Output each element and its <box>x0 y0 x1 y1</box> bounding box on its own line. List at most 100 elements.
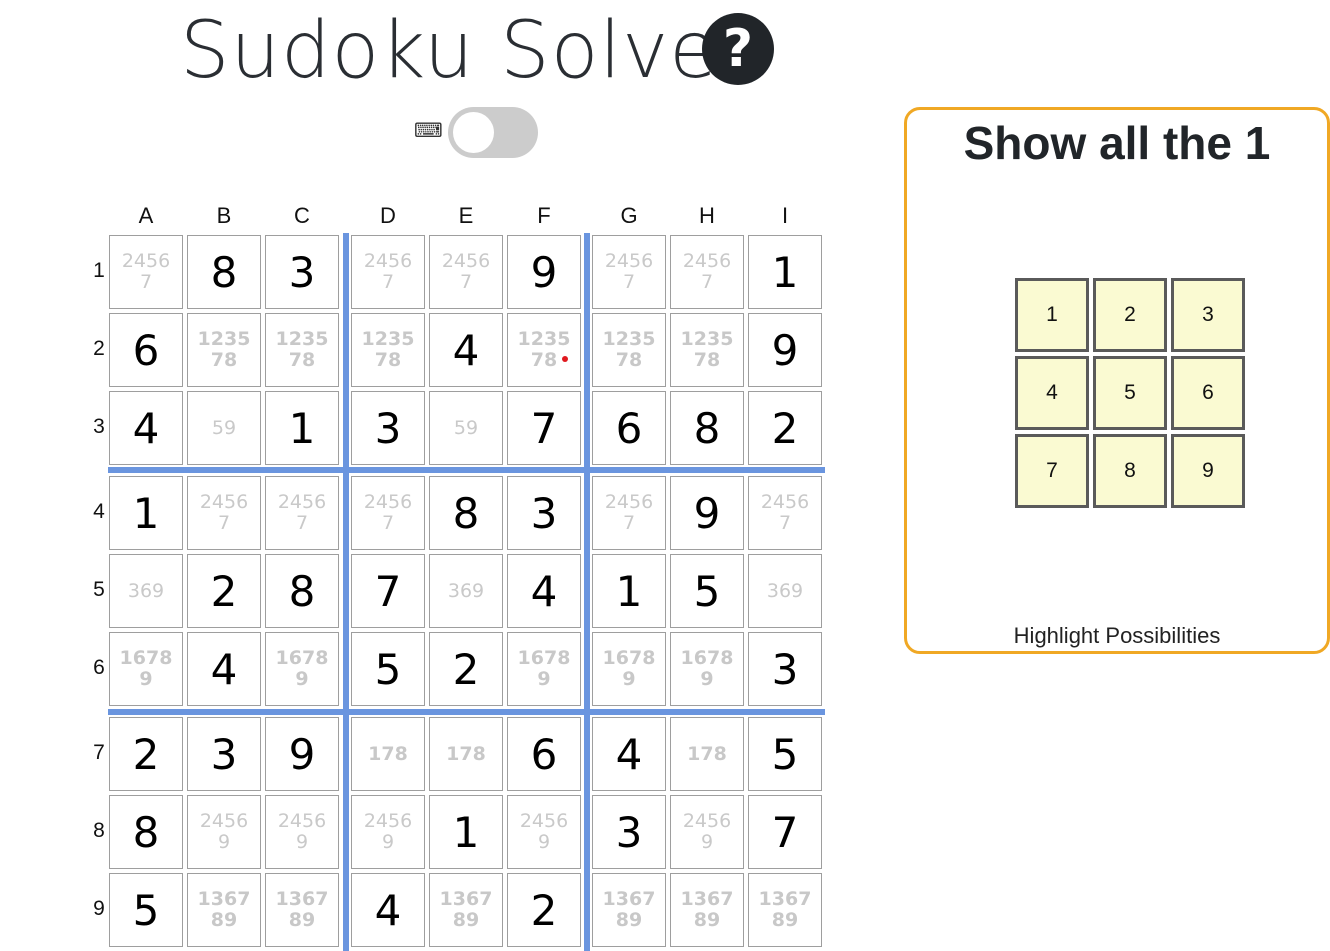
cell-a9[interactable]: 5 <box>109 873 183 947</box>
cell-e2[interactable]: 4 <box>429 313 503 387</box>
cell-h8[interactable]: 24569 <box>670 795 744 869</box>
cell-a6[interactable]: 16789 <box>109 632 183 706</box>
cell-g1[interactable]: 24567 <box>592 235 666 309</box>
cell-c8[interactable]: 24569 <box>265 795 339 869</box>
cell-d6[interactable]: 5 <box>351 632 425 706</box>
cell-e7[interactable]: 178 <box>429 717 503 791</box>
pad-button-1[interactable]: 1 <box>1015 278 1089 352</box>
cell-i8[interactable]: 7 <box>748 795 822 869</box>
pad-button-8[interactable]: 8 <box>1093 434 1167 508</box>
cell-d3[interactable]: 3 <box>351 391 425 465</box>
cell-f7[interactable]: 6 <box>507 717 581 791</box>
cell-b5[interactable]: 2 <box>187 554 261 628</box>
row-label-2: 2 <box>93 337 105 360</box>
column-label-f: F <box>537 203 551 228</box>
cell-b9[interactable]: 136789 <box>187 873 261 947</box>
cell-a4[interactable]: 1 <box>109 476 183 550</box>
cell-i3[interactable]: 2 <box>748 391 822 465</box>
cell-d2[interactable]: 123578 <box>351 313 425 387</box>
cell-h7[interactable]: 178 <box>670 717 744 791</box>
cell-e6[interactable]: 2 <box>429 632 503 706</box>
cell-d1[interactable]: 24567 <box>351 235 425 309</box>
cell-b1[interactable]: 8 <box>187 235 261 309</box>
cell-e1[interactable]: 24567 <box>429 235 503 309</box>
cell-e4[interactable]: 8 <box>429 476 503 550</box>
cell-a1[interactable]: 24567 <box>109 235 183 309</box>
cell-i1[interactable]: 1 <box>748 235 822 309</box>
cell-d8[interactable]: 24569 <box>351 795 425 869</box>
cell-candidates: 123578 <box>680 328 734 371</box>
cell-a5[interactable]: 369 <box>109 554 183 628</box>
cell-c1[interactable]: 3 <box>265 235 339 309</box>
cell-a3[interactable]: 4 <box>109 391 183 465</box>
cell-c9[interactable]: 136789 <box>265 873 339 947</box>
cell-f9[interactable]: 2 <box>507 873 581 947</box>
cell-i7[interactable]: 5 <box>748 717 822 791</box>
keyboard-toggle[interactable] <box>448 107 538 158</box>
cell-d7[interactable]: 178 <box>351 717 425 791</box>
cell-i5[interactable]: 369 <box>748 554 822 628</box>
pad-button-5[interactable]: 5 <box>1093 356 1167 430</box>
cell-c7[interactable]: 9 <box>265 717 339 791</box>
cell-i4[interactable]: 24567 <box>748 476 822 550</box>
cell-g7[interactable]: 4 <box>592 717 666 791</box>
cell-f4[interactable]: 3 <box>507 476 581 550</box>
cell-e3[interactable]: 59 <box>429 391 503 465</box>
cell-c6[interactable]: 16789 <box>265 632 339 706</box>
cell-value: 2 <box>771 403 799 453</box>
cell-b4[interactable]: 24567 <box>187 476 261 550</box>
cell-d9[interactable]: 4 <box>351 873 425 947</box>
cell-b6[interactable]: 4 <box>187 632 261 706</box>
pad-button-2[interactable]: 2 <box>1093 278 1167 352</box>
cell-e8[interactable]: 1 <box>429 795 503 869</box>
cell-d4[interactable]: 24567 <box>351 476 425 550</box>
pad-button-6[interactable]: 6 <box>1171 356 1245 430</box>
cell-g6[interactable]: 16789 <box>592 632 666 706</box>
help-icon[interactable]: ? <box>702 13 774 85</box>
cell-c2[interactable]: 123578 <box>265 313 339 387</box>
cell-h9[interactable]: 136789 <box>670 873 744 947</box>
cell-a8[interactable]: 8 <box>109 795 183 869</box>
cell-g8[interactable]: 3 <box>592 795 666 869</box>
cell-e9[interactable]: 136789 <box>429 873 503 947</box>
cell-value: 3 <box>374 403 402 453</box>
cell-c4[interactable]: 24567 <box>265 476 339 550</box>
cell-g3[interactable]: 6 <box>592 391 666 465</box>
cell-a2[interactable]: 6 <box>109 313 183 387</box>
cell-i2[interactable]: 9 <box>748 313 822 387</box>
cell-g4[interactable]: 24567 <box>592 476 666 550</box>
cell-i9[interactable]: 136789 <box>748 873 822 947</box>
cell-h6[interactable]: 16789 <box>670 632 744 706</box>
cell-g9[interactable]: 136789 <box>592 873 666 947</box>
cell-value: 5 <box>771 729 799 779</box>
cell-value: 1 <box>452 807 480 857</box>
pad-button-3[interactable]: 3 <box>1171 278 1245 352</box>
cell-c3[interactable]: 1 <box>265 391 339 465</box>
pad-button-7[interactable]: 7 <box>1015 434 1089 508</box>
cell-f1[interactable]: 9 <box>507 235 581 309</box>
cell-d5[interactable]: 7 <box>351 554 425 628</box>
cell-a7[interactable]: 2 <box>109 717 183 791</box>
cell-i6[interactable]: 3 <box>748 632 822 706</box>
cell-f5[interactable]: 4 <box>507 554 581 628</box>
pad-button-4[interactable]: 4 <box>1015 356 1089 430</box>
cell-b3[interactable]: 59 <box>187 391 261 465</box>
cell-c5[interactable]: 8 <box>265 554 339 628</box>
cell-b7[interactable]: 3 <box>187 717 261 791</box>
cell-f8[interactable]: 24569 <box>507 795 581 869</box>
cell-b2[interactable]: 123578 <box>187 313 261 387</box>
cell-f2[interactable]: 123578 <box>507 313 581 387</box>
pad-button-9[interactable]: 9 <box>1171 434 1245 508</box>
cell-e5[interactable]: 369 <box>429 554 503 628</box>
cell-f3[interactable]: 7 <box>507 391 581 465</box>
cell-g2[interactable]: 123578 <box>592 313 666 387</box>
cell-h2[interactable]: 123578 <box>670 313 744 387</box>
cell-h4[interactable]: 9 <box>670 476 744 550</box>
cell-h1[interactable]: 24567 <box>670 235 744 309</box>
cell-f6[interactable]: 16789 <box>507 632 581 706</box>
cell-b8[interactable]: 24569 <box>187 795 261 869</box>
row-label-7: 7 <box>93 741 105 764</box>
cell-h3[interactable]: 8 <box>670 391 744 465</box>
cell-g5[interactable]: 1 <box>592 554 666 628</box>
cell-h5[interactable]: 5 <box>670 554 744 628</box>
